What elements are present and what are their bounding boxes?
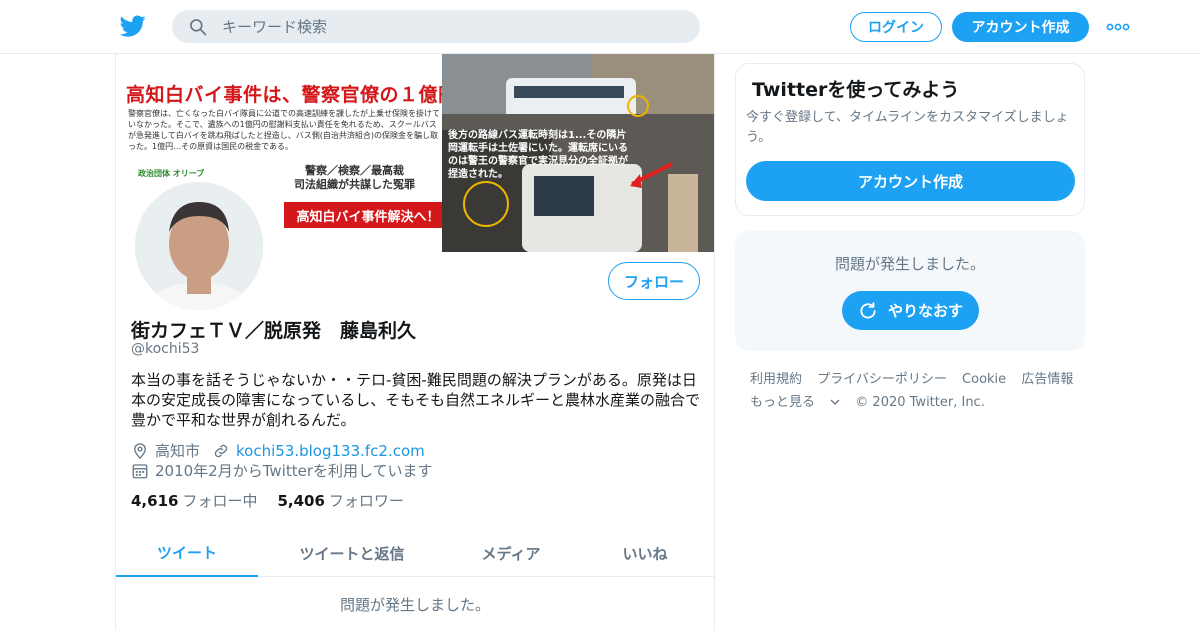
followers-stat[interactable]: 5,406 フォロワー [277,490,403,511]
search-input[interactable] [222,17,662,36]
timeline-error-message: 問題が発生しました。 [339,596,490,614]
followers-label: フォロワー [328,492,404,510]
footer-link-cookie[interactable]: Cookie [962,372,1006,387]
banner-red-label: 高知白バイ事件解決へ！ [284,202,452,228]
follow-button[interactable]: フォロー [608,262,700,300]
chevron-down-icon [830,399,840,405]
profile-bio: 本当の事を話そうじゃないか・・テロ-貧困-難民問題の解決プランがある。原発は日本… [131,371,700,429]
following-stat[interactable]: 4,616 フォロー中 [131,490,257,511]
link-icon [214,444,228,457]
signup-card-button[interactable]: アカウント作成 [746,161,1075,201]
profile-avatar[interactable] [131,178,267,314]
footer-links: 利用規約 プライバシーポリシー Cookie 広告情報 もっと見る © 2020… [750,368,1090,414]
following-label: フォロー中 [182,492,258,510]
tab-tweets-and-replies[interactable]: ツイートと返信 [258,530,446,577]
footer-link-privacy[interactable]: プライバシーポリシー [817,372,947,387]
refresh-icon [860,301,876,319]
tab-media[interactable]: メディア [446,530,576,577]
footer-more-label: もっと見る [750,395,816,410]
top-navigation-bar: ログイン アカウント作成 [0,0,1200,54]
banner-mid-text: 警察／検察／最高裁 司法組織が共謀した冤罪 [294,164,415,192]
profile-column: 高知白バイ事件は、警察官僚の１億円保険金詐欺！！ 警察官僚は、亡くなった白バイ隊… [115,54,715,630]
more-options-icon[interactable] [1106,18,1130,36]
banner-mid-line-1: 警察／検察／最高裁 [305,164,404,177]
banner-caption: 後方の路線バス運転時刻は1...その隣片岡運転手は土佐署にいた。運転席にいるのは… [448,130,628,180]
search-icon [190,18,207,35]
signup-card-text: 今すぐ登録して、タイムラインをカスタマイズしましょう。 [746,110,1069,145]
error-card: 問題が発生しました。 やりなおす [735,231,1085,351]
footer-link-terms[interactable]: 利用規約 [750,372,802,387]
signup-button[interactable]: アカウント作成 [952,12,1089,42]
twitter-bird-icon[interactable] [120,13,146,39]
banner-small-text: 警察官僚は、亡くなった白バイ隊員に公道での高速訓練を課したが上乗せ保険を掛けてい… [128,109,440,151]
footer-link-ads[interactable]: 広告情報 [1021,372,1073,387]
avatar-image [135,182,263,310]
tab-tweets[interactable]: ツイート [116,530,258,577]
retry-label: やりなおす [887,302,963,320]
profile-handle: @kochi53 [131,341,200,357]
banner-mid-line-2: 司法組織が共謀した冤罪 [294,178,415,191]
profile-tabs: ツイート ツイートと返信 メディア いいね [116,530,714,577]
profile-location: 高知市 [155,442,201,460]
signup-card-title: Twitterを使ってみよう [752,79,960,101]
profile-meta-location-url: 高知市 kochi53.blog133.fc2.com [131,440,425,461]
footer-copyright: © 2020 Twitter, Inc. [855,395,985,410]
profile-joined-date: 2010年2月からTwitterを利用しています [155,462,433,480]
location-pin-icon [134,442,146,459]
retry-button[interactable]: やりなおす [842,291,979,330]
error-card-message: 問題が発生しました。 [834,255,985,273]
profile-meta-joined: 2010年2月からTwitterを利用しています [131,460,433,481]
profile-stats: 4,616 フォロー中 5,406 フォロワー [131,490,404,511]
search-bar[interactable] [172,10,700,43]
footer-more-link[interactable]: もっと見る [750,395,840,410]
tab-likes[interactable]: いいね [576,530,714,577]
calendar-icon [132,463,148,478]
profile-url-link[interactable]: kochi53.blog133.fc2.com [236,442,425,460]
followers-count: 5,406 [277,492,325,510]
signup-card: Twitterを使ってみよう 今すぐ登録して、タイムラインをカスタマイズしましょ… [735,63,1085,216]
login-button[interactable]: ログイン [850,12,942,42]
following-count: 4,616 [131,492,179,510]
profile-name: 街カフェＴＶ／脱原発 藤島利久 [131,320,417,342]
